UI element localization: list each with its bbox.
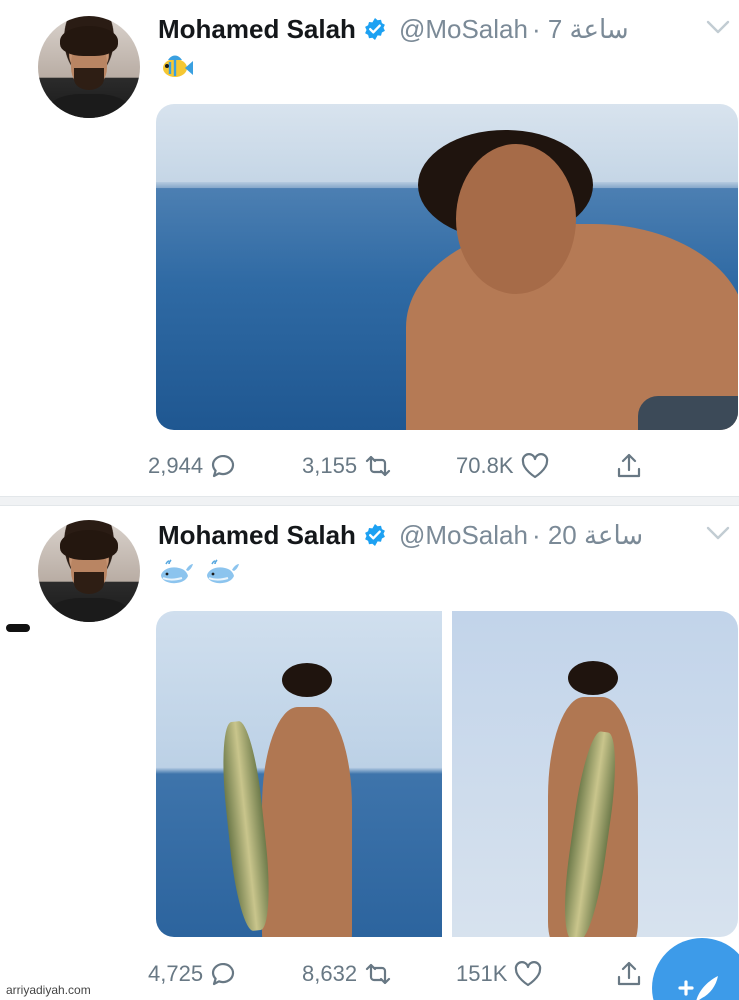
compose-tweet-button[interactable] (652, 938, 739, 1000)
tweet-divider (0, 496, 739, 506)
avatar-beard (74, 572, 104, 594)
whale-icon (207, 559, 239, 584)
tweet-card[interactable]: Mohamed Salah @MoSalah · 20 ساعة 4,725 8… (0, 506, 739, 1000)
retweet-button[interactable]: 8,632 (302, 954, 393, 994)
photo-boat-edge (638, 396, 738, 430)
chevron-down-icon[interactable] (703, 522, 733, 544)
like-button[interactable]: 70.8K (456, 446, 550, 486)
photo-person-head (456, 144, 576, 294)
avatar[interactable] (38, 520, 140, 622)
retweet-count: 3,155 (302, 453, 358, 478)
watermark: arriyadiyah.com (6, 983, 91, 997)
avatar-hair (60, 530, 118, 560)
author-handle[interactable]: @MoSalah (399, 14, 528, 45)
share-icon (617, 961, 641, 986)
tweet-photo[interactable] (156, 104, 738, 430)
chevron-down-icon[interactable] (703, 16, 733, 38)
tweet-actions: 2,944 3,155 70.8K (148, 446, 668, 486)
reply-count: 4,725 (148, 961, 204, 986)
tweet-photo[interactable] (452, 611, 738, 937)
tweet-timestamp[interactable]: · 20 ساعة (532, 520, 643, 551)
whale-icon (161, 559, 193, 584)
verified-badge-icon (365, 18, 385, 40)
tweet-actions: 4,725 8,632 151K (148, 954, 668, 994)
retweet-icon (365, 455, 391, 477)
photo-person-hair (568, 661, 618, 695)
reply-icon (211, 454, 235, 478)
author-name[interactable]: Mohamed Salah (158, 14, 356, 45)
avatar-shirt (48, 598, 130, 622)
author-handle[interactable]: @MoSalah (399, 520, 528, 551)
tweet-text (158, 52, 194, 86)
heart-icon (521, 453, 548, 479)
like-count: 70.8K (456, 453, 514, 478)
share-button[interactable] (614, 446, 644, 486)
tweet-text (158, 558, 240, 592)
tweet-header: Mohamed Salah @MoSalah · 20 ساعة (158, 518, 643, 552)
avatar-hair (60, 26, 118, 56)
avatar-beard (74, 68, 104, 90)
like-button[interactable]: 151K (456, 954, 543, 994)
retweet-button[interactable]: 3,155 (302, 446, 393, 486)
reply-icon (211, 962, 235, 986)
retweet-icon (365, 963, 391, 985)
tweet-photo-grid (156, 611, 738, 937)
tropical-fish-icon (163, 55, 193, 77)
reply-count: 2,944 (148, 453, 204, 478)
photo-person-body (262, 707, 352, 937)
retweet-count: 8,632 (302, 961, 358, 986)
share-button[interactable] (614, 954, 644, 994)
compose-tweet-icon (678, 976, 718, 1000)
tweet-header: Mohamed Salah @MoSalah · 7 ساعة (158, 12, 629, 46)
reply-button[interactable]: 2,944 (148, 446, 239, 486)
tweet-photo[interactable] (156, 611, 442, 937)
reply-button[interactable]: 4,725 (148, 954, 239, 994)
scan-edge-mark (6, 624, 30, 632)
heart-icon (515, 961, 542, 987)
share-icon (617, 453, 641, 478)
author-name[interactable]: Mohamed Salah (158, 520, 356, 551)
tweet-card[interactable]: Mohamed Salah @MoSalah · 7 ساعة 2,944 3,… (0, 0, 739, 496)
like-count: 151K (456, 961, 508, 986)
photo-person-hair (282, 663, 332, 697)
avatar[interactable] (38, 16, 140, 118)
verified-badge-icon (365, 524, 385, 546)
avatar-shirt (48, 94, 130, 118)
tweet-timestamp[interactable]: · 7 ساعة (532, 14, 629, 45)
